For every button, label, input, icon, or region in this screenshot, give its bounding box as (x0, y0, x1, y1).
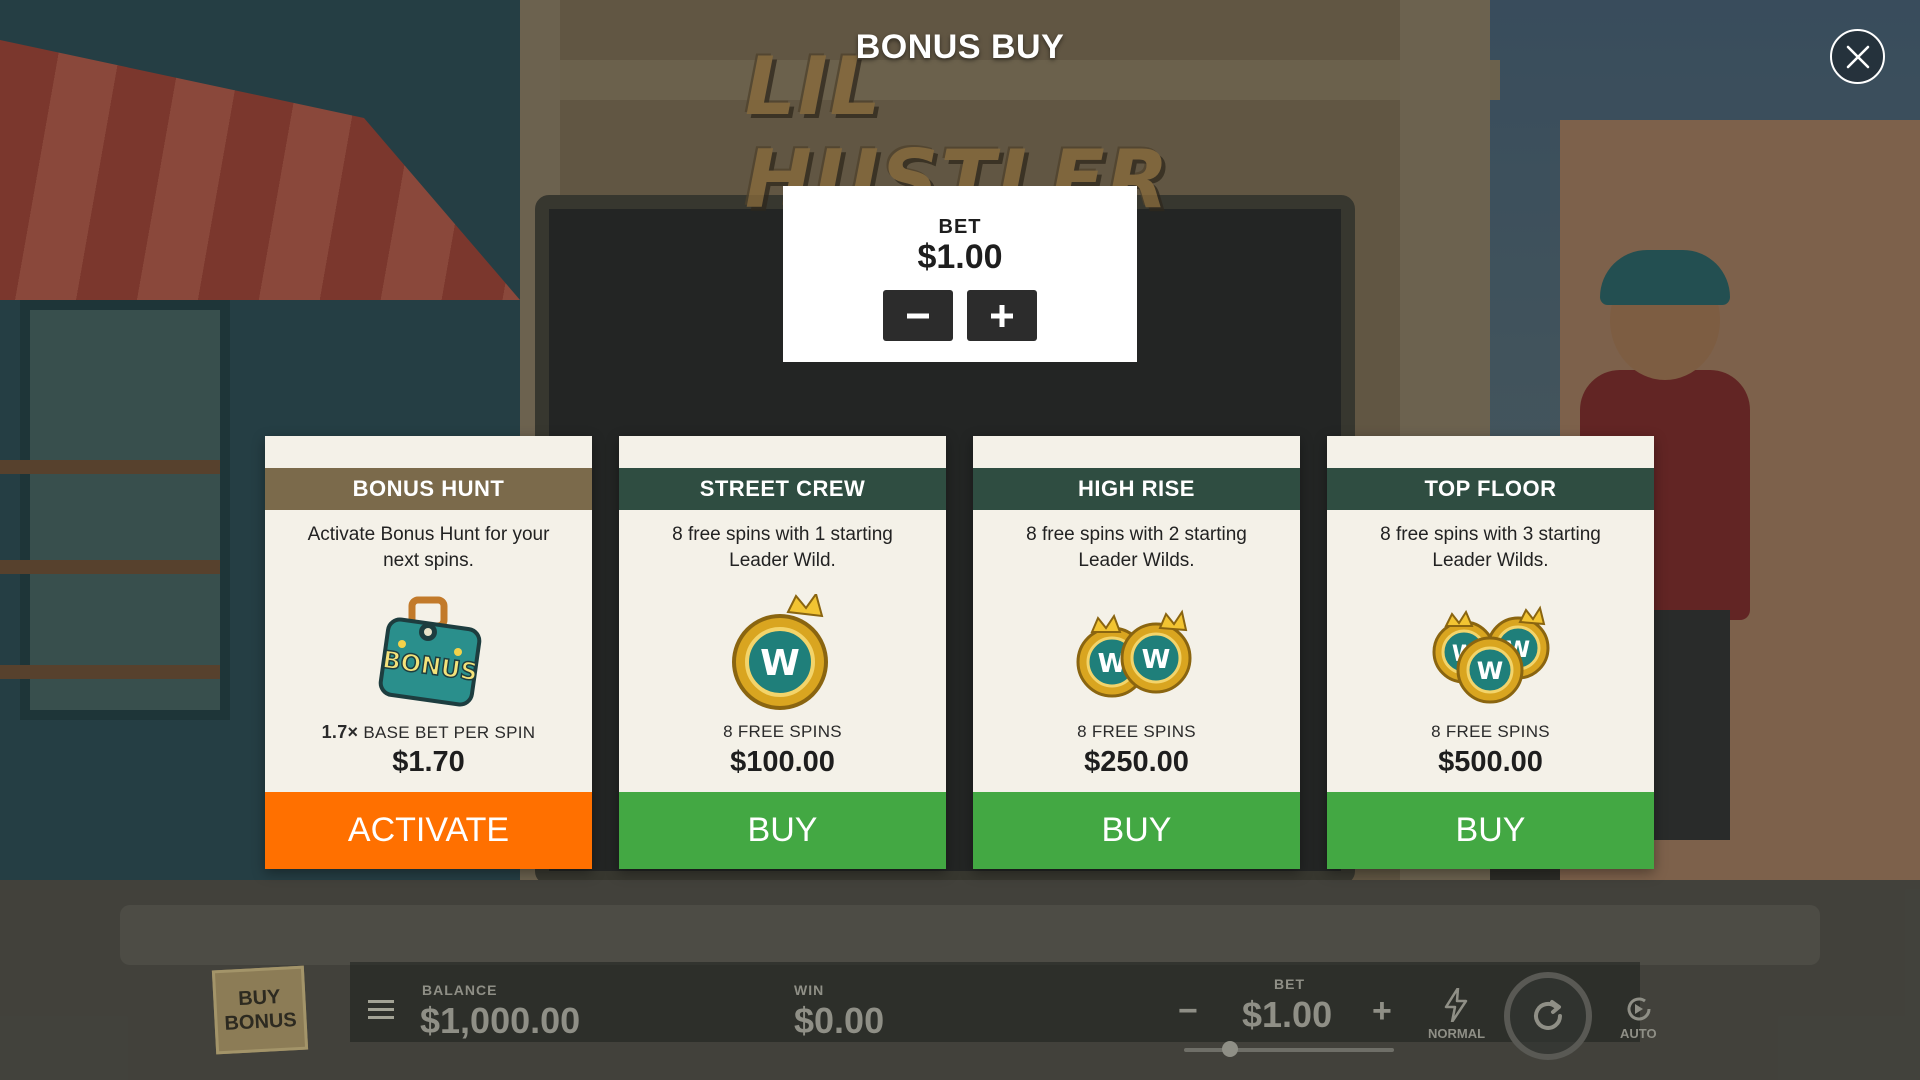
svg-text:W: W (1142, 645, 1171, 675)
activate-bonus-hunt-button[interactable]: ACTIVATE (265, 792, 592, 869)
card-description: 8 free spins with 1 starting Leader Wild… (672, 524, 893, 571)
spin-icon (1534, 1000, 1562, 1030)
balance-label: BALANCE (422, 982, 498, 998)
balance-value: $1,000.00 (420, 1000, 581, 1041)
bet-decrease-button[interactable] (883, 290, 953, 341)
autoplay-icon[interactable] (1624, 994, 1654, 1024)
bet-slider-handle[interactable] (1222, 1041, 1238, 1057)
card-top-band (619, 436, 946, 468)
speed-label: NORMAL (1428, 1026, 1486, 1041)
win-value: $0.00 (794, 1000, 885, 1041)
card-top-band (1327, 436, 1654, 468)
card-header: HIGH RISE (973, 468, 1300, 510)
card-description: 8 free spins with 3 starting Leader Wild… (1380, 524, 1601, 571)
buy-street-crew-button[interactable]: BUY (619, 792, 946, 869)
minus-icon (907, 313, 929, 318)
card-sub-label: 8 FREE SPINS (1077, 722, 1196, 741)
bet-increase-button[interactable] (967, 290, 1037, 341)
plus-icon (991, 304, 1013, 327)
two-wild-coins-icon: W W (1076, 594, 1196, 714)
bet-slider-track[interactable] (1184, 1048, 1394, 1052)
bonus-card-street-crew: STREET CREW 8 free spins with 1 starting… (619, 436, 946, 869)
card-sub-label: 8 FREE SPINS (1431, 722, 1550, 741)
card-price: $500.00 (1438, 746, 1543, 778)
win-label: WIN (794, 982, 825, 998)
buy-top-floor-button[interactable]: BUY (1327, 792, 1654, 869)
card-top-band (265, 436, 592, 468)
card-header: BONUS HUNT (265, 468, 592, 510)
card-header: TOP FLOOR (1327, 468, 1654, 510)
spin-button[interactable] (1504, 972, 1592, 1060)
auto-label: AUTO (1620, 1026, 1657, 1041)
hamburger-menu-icon[interactable] (368, 1000, 394, 1020)
card-cost-line: 1.7× BASE BET PER SPIN (265, 722, 592, 743)
bonus-card-top-floor: TOP FLOOR 8 free spins with 3 starting L… (1327, 436, 1654, 869)
close-button[interactable] (1830, 29, 1885, 84)
hud-bet-increase-button[interactable]: + (1372, 992, 1392, 1031)
lightning-icon[interactable] (1444, 986, 1468, 1024)
card-description: 8 free spins with 2 starting Leader Wild… (1026, 524, 1247, 571)
card-multiplier: 1.7× (321, 722, 359, 742)
three-wild-coins-icon: W W W (1430, 594, 1550, 714)
bonus-card-bonus-hunt: BONUS HUNT Activate Bonus Hunt for your … (265, 436, 592, 869)
card-price: $250.00 (1084, 746, 1189, 778)
card-price: $100.00 (730, 746, 835, 778)
card-sub-label: BASE BET PER SPIN (363, 723, 536, 742)
card-header: STREET CREW (619, 468, 946, 510)
card-sub-label: 8 FREE SPINS (723, 722, 842, 741)
hud-bet-value: $1.00 (1242, 994, 1333, 1035)
card-top-band (973, 436, 1300, 468)
modal-title: BONUS BUY (855, 28, 1065, 66)
bet-label: BET (938, 216, 982, 238)
card-price: $1.70 (392, 746, 465, 778)
wild-coin-icon: W (722, 591, 842, 714)
bonus-bag-icon: BONUS (368, 594, 488, 714)
svg-text:W: W (760, 643, 800, 684)
close-icon (1846, 45, 1869, 68)
svg-text:W: W (1477, 657, 1503, 685)
hud-bet-decrease-button[interactable]: − (1178, 992, 1198, 1031)
bonus-card-high-rise: HIGH RISE 8 free spins with 2 starting L… (973, 436, 1300, 869)
hud-bet-label: BET (1274, 976, 1305, 992)
bottom-hud: BUY BONUS BALANCE $1,000.00 WIN $0.00 − … (0, 940, 1920, 1080)
card-description: Activate Bonus Hunt for your next spins. (307, 524, 550, 571)
buy-high-rise-button[interactable]: BUY (973, 792, 1300, 869)
bet-value: $1.00 (917, 238, 1003, 276)
buy-bonus-button[interactable]: BUY BONUS (211, 965, 309, 1055)
bet-panel: BET $1.00 (783, 186, 1137, 362)
